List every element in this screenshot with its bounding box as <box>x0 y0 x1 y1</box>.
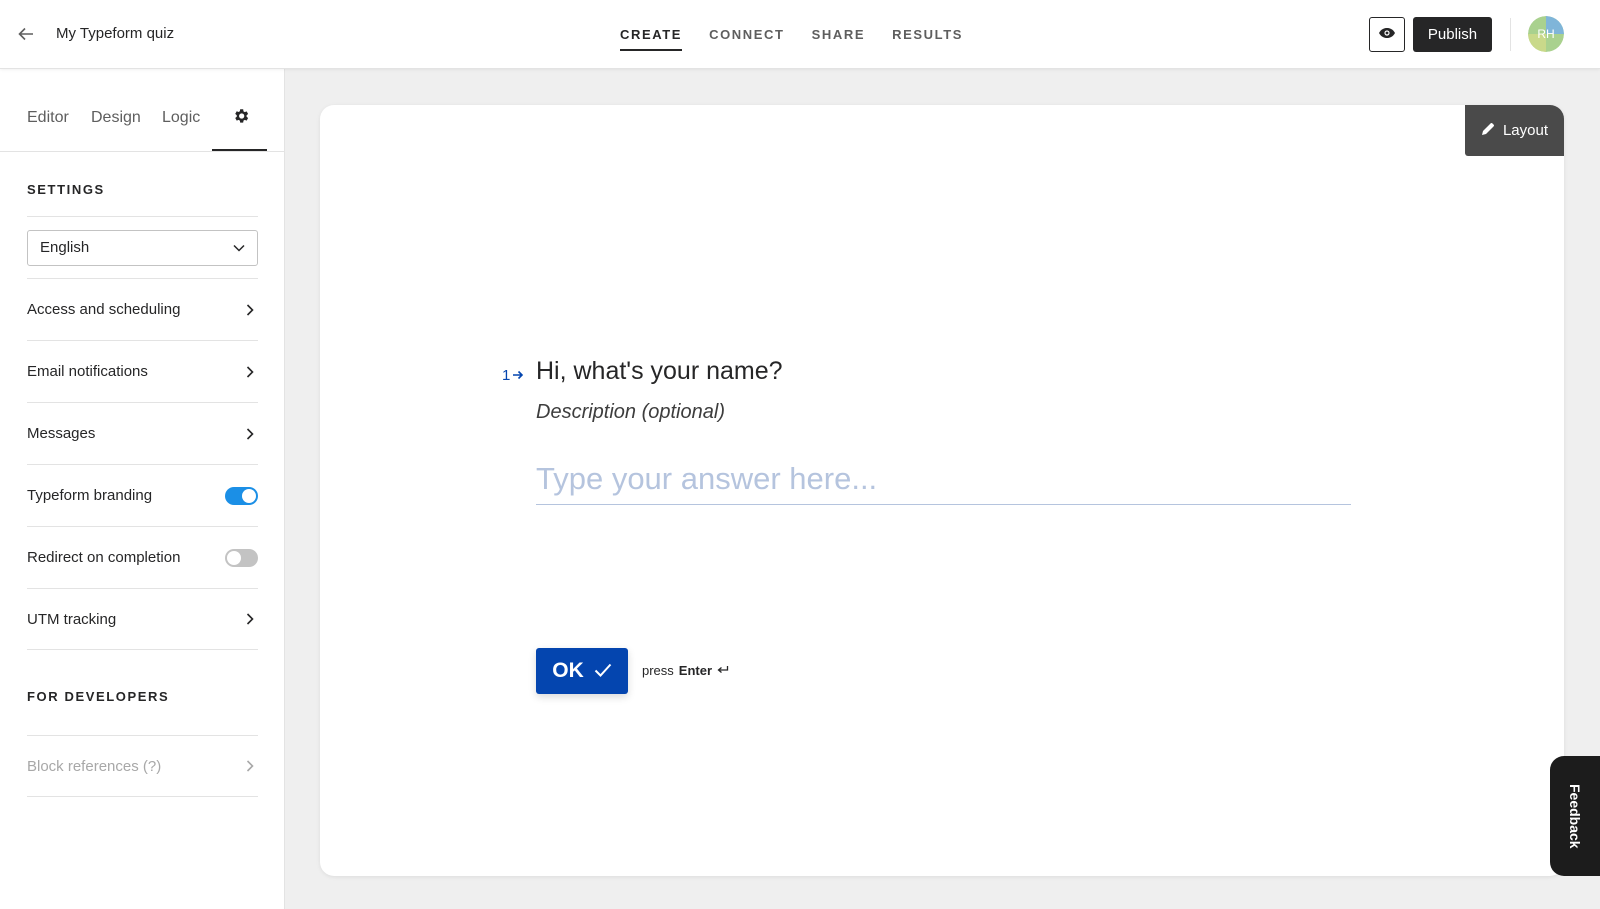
feedback-tab[interactable]: Feedback <box>1550 756 1600 876</box>
ok-button[interactable]: OK <box>536 648 628 694</box>
eye-icon <box>1378 26 1396 44</box>
sidebar-item-typeform-branding: Typeform branding <box>27 464 258 526</box>
layout-label: Layout <box>1502 122 1549 139</box>
tab-logic[interactable]: Logic <box>162 109 200 127</box>
enter-key-icon <box>717 663 729 678</box>
chevron-right-icon <box>242 611 258 627</box>
publish-button[interactable]: Publish <box>1413 17 1492 52</box>
avatar-initials: RH <box>1537 27 1555 41</box>
question-number: 1 <box>502 367 524 384</box>
ok-label: OK <box>552 659 584 682</box>
redirect-toggle[interactable] <box>225 548 258 567</box>
settings-list: English Access and scheduling Email noti… <box>27 216 258 650</box>
press-key: Enter <box>678 663 713 678</box>
tab-create[interactable]: CREATE <box>620 0 683 69</box>
tab-editor[interactable]: Editor <box>27 109 69 127</box>
chevron-right-icon <box>242 364 258 380</box>
sidebar-item-label: Redirect on completion <box>27 549 181 566</box>
question-title[interactable]: Hi, what's your name? <box>536 357 783 386</box>
settings-heading: SETTINGS <box>27 182 105 197</box>
top-bar: My Typeform quiz CREATE CONNECT SHARE RE… <box>0 0 1600 69</box>
settings-sidebar: Editor Design Logic SETTINGS English Acc… <box>0 69 285 909</box>
language-value: English <box>40 239 90 256</box>
layout-button[interactable]: Layout <box>1465 105 1564 156</box>
language-row: English <box>27 216 258 278</box>
form-title[interactable]: My Typeform quiz <box>56 25 174 42</box>
developers-heading: FOR DEVELOPERS <box>27 689 170 704</box>
sidebar-item-email-notifications[interactable]: Email notifications <box>27 340 258 402</box>
back-arrow-icon[interactable] <box>14 22 38 46</box>
sidebar-item-access-scheduling[interactable]: Access and scheduling <box>27 278 258 340</box>
tab-results[interactable]: RESULTS <box>892 0 963 69</box>
sidebar-item-label: Email notifications <box>27 363 148 380</box>
tab-design[interactable]: Design <box>91 109 141 127</box>
avatar[interactable]: RH <box>1528 16 1564 52</box>
sidebar-item-redirect: Redirect on completion <box>27 526 258 588</box>
active-tab-indicator <box>212 149 267 151</box>
answer-input[interactable] <box>536 459 1351 505</box>
chevron-right-icon <box>242 426 258 442</box>
question-number-text: 1 <box>502 367 511 384</box>
language-select[interactable]: English <box>27 229 258 266</box>
branding-toggle[interactable] <box>225 486 258 505</box>
sidebar-item-messages[interactable]: Messages <box>27 402 258 464</box>
form-preview-canvas: Layout 1 Hi, what's your name? Descripti… <box>320 105 1564 876</box>
developer-list: Block references (?) <box>27 735 258 797</box>
sidebar-item-label: Block references (?) <box>27 757 162 775</box>
sidebar-tabs: Editor Design Logic <box>0 69 284 152</box>
sidebar-item-label: Access and scheduling <box>27 301 181 318</box>
sidebar-item-label: Typeform branding <box>27 487 153 504</box>
feedback-label: Feedback <box>1567 783 1583 849</box>
sidebar-item-label: UTM tracking <box>27 610 117 628</box>
question-description[interactable]: Description (optional) <box>536 401 725 424</box>
tab-connect[interactable]: CONNECT <box>709 0 784 69</box>
pencil-icon <box>1481 122 1495 140</box>
sidebar-item-utm-tracking[interactable]: UTM tracking <box>27 588 258 650</box>
press-enter-hint: press Enter <box>642 663 729 678</box>
press-prefix: press <box>642 663 674 678</box>
sidebar-item-label: Messages <box>27 425 96 442</box>
sidebar-item-block-references[interactable]: Block references (?) <box>27 735 258 797</box>
chevron-right-icon <box>242 758 258 774</box>
main-nav: CREATE CONNECT SHARE RESULTS <box>620 0 990 69</box>
chevron-right-icon <box>242 302 258 318</box>
gear-icon[interactable] <box>229 104 253 128</box>
chevron-down-icon <box>233 239 245 256</box>
preview-button[interactable] <box>1369 17 1405 52</box>
tab-share[interactable]: SHARE <box>812 0 866 69</box>
arrow-right-icon <box>512 367 524 384</box>
divider <box>1510 18 1511 51</box>
check-icon <box>594 659 612 683</box>
